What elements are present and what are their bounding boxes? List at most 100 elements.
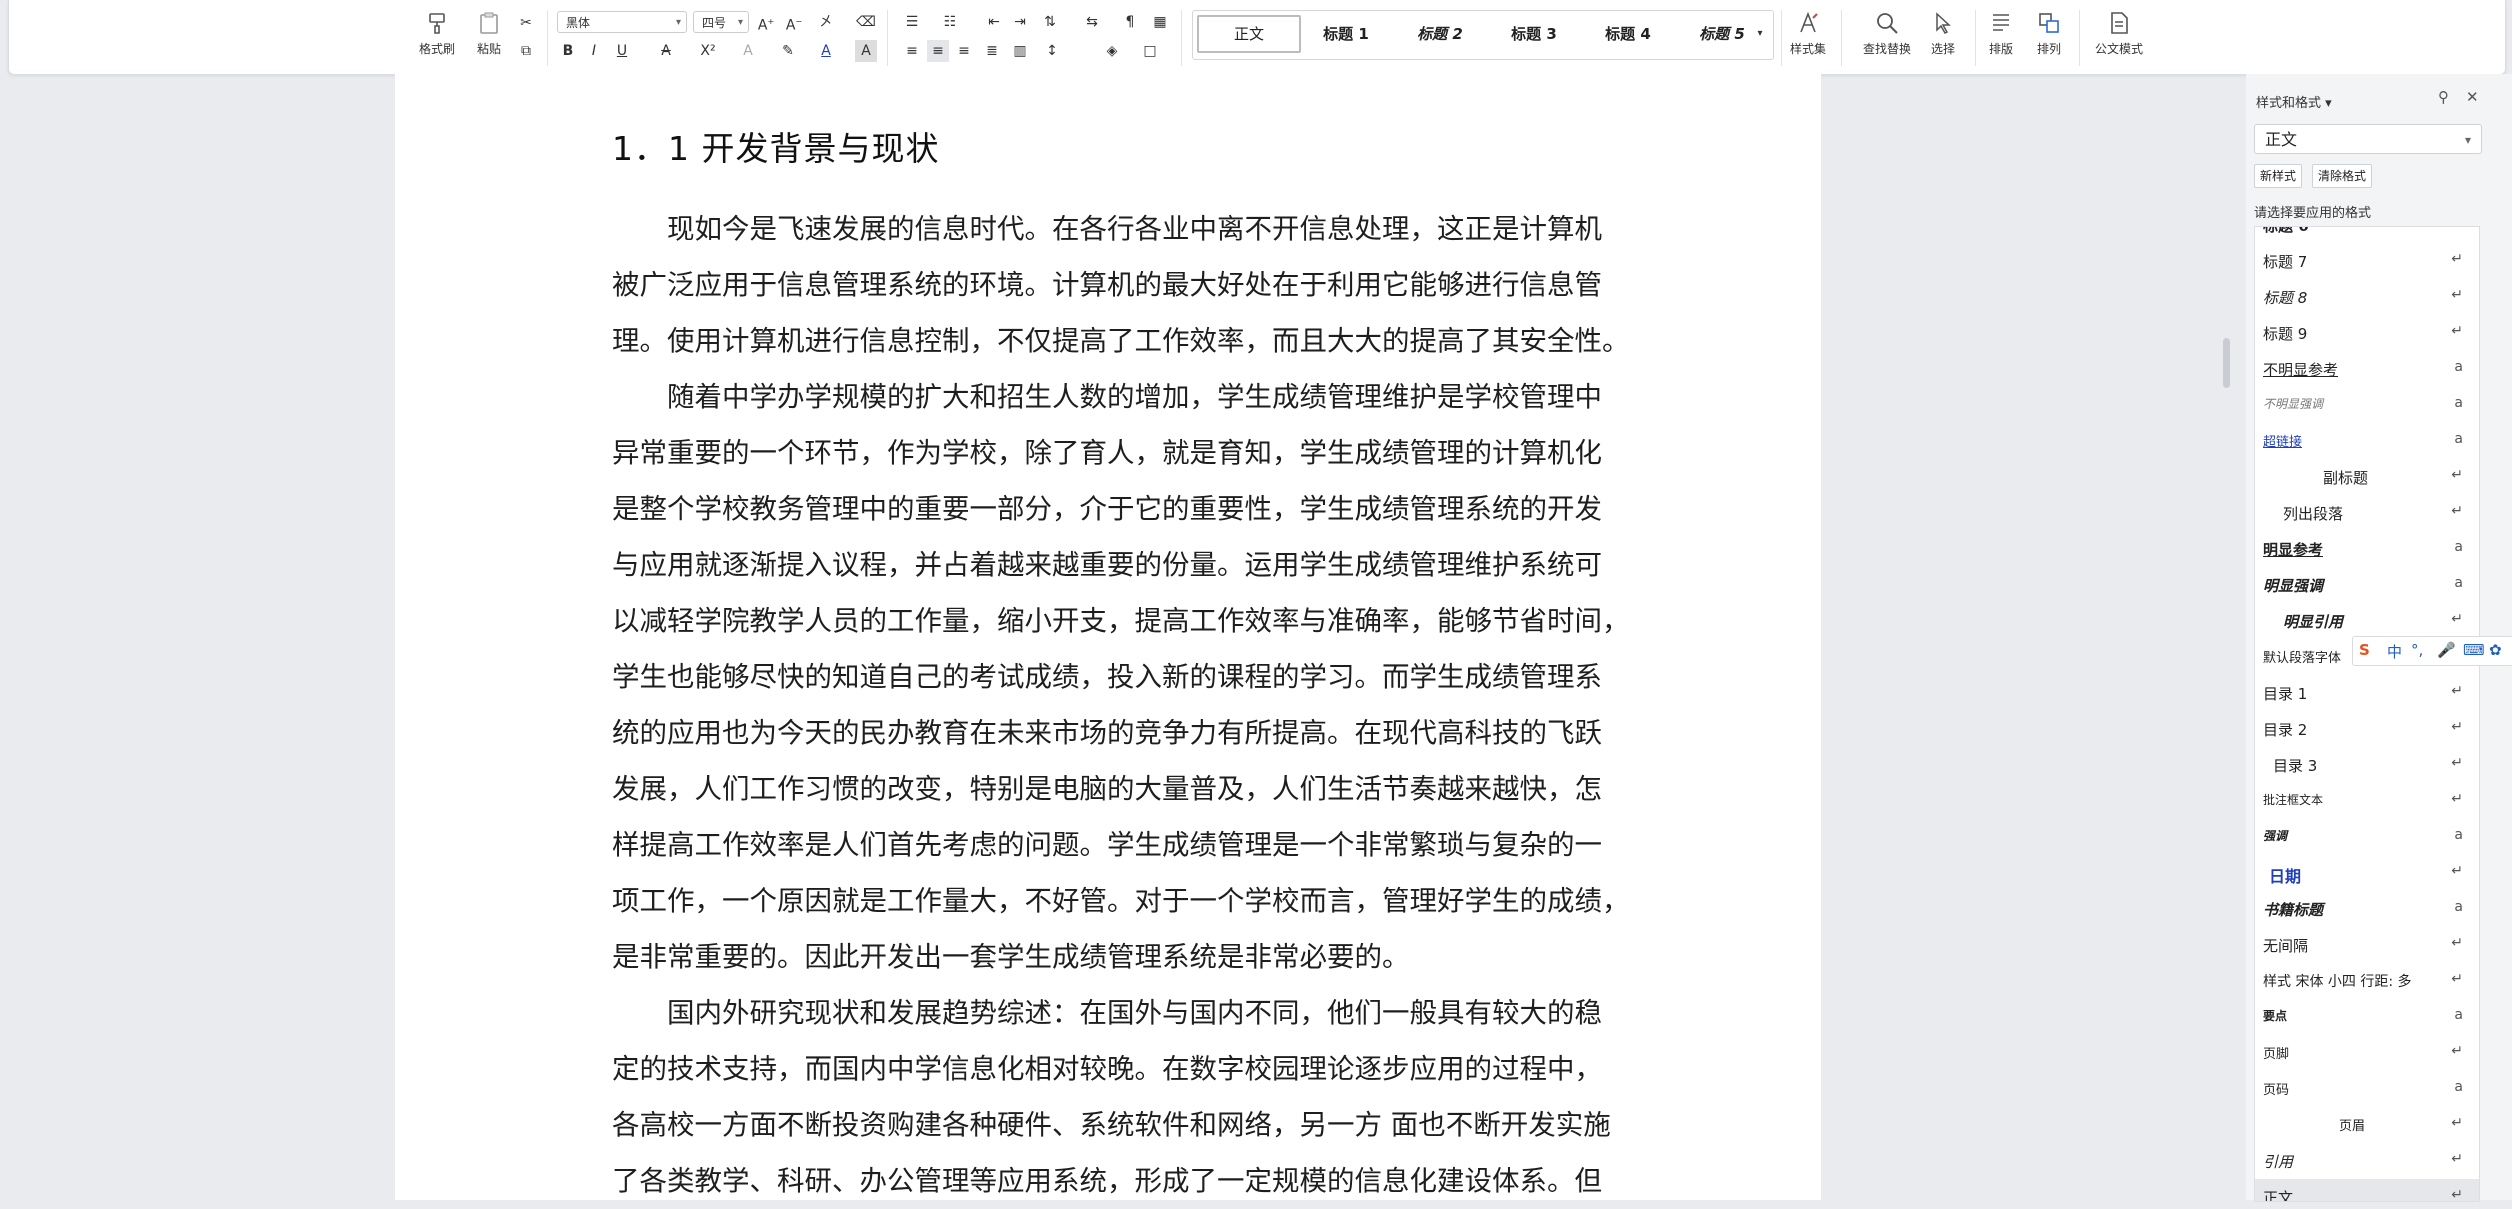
style-list-item[interactable]: 无间隔 ↵ [2255, 927, 2479, 963]
text-line: 发展，人们工作习惯的改变，特别是电脑的大量普及，人们生活节奏越来越快，怎 [612, 773, 1602, 805]
style-list-item[interactable]: 强调 a [2255, 819, 2479, 855]
text-line: 以减轻学院教学人员的工作量，缩小开支，提高工作效率与准确率，能够节省时间， [612, 605, 1630, 637]
ime-mode[interactable]: 中 [2387, 641, 2402, 662]
paragraph-style-icon: ↵ [2451, 467, 2463, 483]
style-list-item[interactable]: 标题 7 ↵ [2255, 243, 2479, 279]
close-icon[interactable]: ✕ [2466, 88, 2479, 106]
style-list-item[interactable]: 列出段落 ↵ [2255, 495, 2479, 531]
font-color-icon[interactable]: A [815, 40, 837, 62]
italic-icon[interactable]: I [583, 40, 605, 62]
style-list-item[interactable]: 超链接 a [2255, 423, 2479, 459]
cut-icon[interactable]: ✂ [515, 12, 537, 34]
format-painter-button[interactable]: 格式刷 [415, 8, 459, 57]
text-effect-icon[interactable]: A [737, 40, 759, 62]
style-list-item[interactable]: 要点 a [2255, 999, 2479, 1035]
bold-icon[interactable]: B [557, 40, 579, 62]
style-list-item[interactable]: 页眉 ↵ [2255, 1107, 2479, 1143]
current-style-select[interactable]: 正文 ▾ [2254, 124, 2482, 154]
pin-icon[interactable]: ⚲ [2438, 88, 2449, 106]
highlight-icon[interactable]: ✎ [777, 40, 799, 62]
style-list-item-label: 副标题 [2323, 469, 2369, 487]
sort-icon[interactable]: ⇆ [1081, 11, 1103, 33]
align-left-icon[interactable]: ≡ [901, 40, 923, 62]
copy-icon[interactable]: ⧉ [515, 40, 537, 62]
style-list-item[interactable]: 页脚 ↵ [2255, 1035, 2479, 1071]
decrease-indent-icon[interactable]: ⇤ [983, 11, 1005, 33]
style-heading-1[interactable]: 标题 1 [1303, 19, 1389, 49]
style-list-item[interactable]: 副标题 ↵ [2255, 459, 2479, 495]
style-set-icon [1800, 11, 1818, 33]
style-list-item[interactable]: 页码 a [2255, 1071, 2479, 1107]
style-list-item[interactable]: 样式 宋体 小四 行距: 多 ↵ [2255, 963, 2479, 999]
layout-button[interactable]: 排版 [1979, 8, 2023, 57]
paragraph-mark-icon[interactable]: ¶ [1119, 11, 1141, 33]
style-list-item[interactable]: 明显强调 a [2255, 567, 2479, 603]
style-normal[interactable]: 正文 [1197, 15, 1301, 53]
text-line: 理。使用计算机进行信息控制，不仅提高了工作效率，而且大大的提高了其安全性。 [612, 325, 1630, 357]
style-list-item[interactable]: 明显参考 a [2255, 531, 2479, 567]
align-right-icon[interactable]: ≡ [953, 40, 975, 62]
phonetic-guide-icon[interactable]: 㐅 [815, 11, 837, 33]
align-center-icon[interactable]: ≡ [927, 40, 949, 62]
arrange-button[interactable]: 排列 [2027, 8, 2071, 57]
underline-icon[interactable]: U [611, 40, 633, 62]
style-list-item[interactable]: 目录 1 ↵ [2255, 675, 2479, 711]
bullet-list-icon[interactable]: ☰ [901, 11, 923, 33]
font-shrink-icon[interactable]: A− [783, 11, 805, 34]
style-list-item[interactable]: 书籍标题 a [2255, 891, 2479, 927]
keyboard-icon[interactable]: ⌨ [2463, 641, 2485, 659]
table-icon[interactable]: ▦ [1149, 11, 1171, 33]
official-mode-button[interactable]: 公文模式 [2091, 8, 2147, 57]
style-heading-3[interactable]: 标题 3 [1491, 19, 1577, 49]
style-heading-2[interactable]: 标题 2 [1397, 19, 1483, 49]
justify-icon[interactable]: ≣ [981, 40, 1003, 62]
skin-icon[interactable]: ✿ [2489, 641, 2502, 659]
microphone-icon[interactable]: 🎤 [2437, 641, 2456, 659]
paste-button[interactable]: 粘贴 [467, 8, 511, 57]
style-list-item[interactable]: 日期 ↵ [2255, 855, 2479, 891]
select-button[interactable]: 选择 [1921, 8, 1965, 57]
style-list-item-label: 页眉 [2339, 1119, 2366, 1134]
style-list-item[interactable]: 标题 6 ↵ [2255, 227, 2479, 243]
paragraph-style-icon: ↵ [2451, 683, 2463, 699]
border-icon[interactable]: □ [1139, 40, 1161, 62]
style-list[interactable]: 标题 6 ↵ 标题 7 ↵ 标题 8 ↵ 标题 9 ↵ 不明显参考 a 不明显强调 a 超链接 a 副标题 ↵… [2254, 226, 2480, 1202]
style-list-item[interactable]: 不明显参考 a [2255, 351, 2479, 387]
strikethrough-icon[interactable]: A [655, 40, 677, 62]
chevron-down-icon: ▾ [737, 17, 743, 28]
style-list-item[interactable]: 标题 9 ↵ [2255, 315, 2479, 351]
increase-indent-icon[interactable]: ⇥ [1009, 11, 1031, 33]
cursor-icon [1936, 12, 1951, 34]
font-size-select[interactable]: 四号 ▾ [693, 11, 749, 33]
style-list-item[interactable]: 不明显强调 a [2255, 387, 2479, 423]
style-list-item[interactable]: 目录 2 ↵ [2255, 711, 2479, 747]
line-spacing-icon[interactable]: ↕ [1041, 40, 1063, 62]
shading-icon[interactable]: ◈ [1101, 40, 1123, 62]
text-direction-icon[interactable]: ⇅ [1039, 11, 1061, 33]
style-list-item[interactable]: 标题 8 ↵ [2255, 279, 2479, 315]
char-shading-icon[interactable]: A [855, 40, 877, 62]
distributed-icon[interactable]: ▥ [1009, 40, 1031, 62]
find-replace-button[interactable]: 查找替换 [1859, 8, 1915, 57]
clear-format-button[interactable]: 清除格式 [2312, 164, 2373, 188]
style-list-item[interactable]: 目录 3 ↵ [2255, 747, 2479, 783]
style-list-item[interactable]: 明显引用 ↵ [2255, 603, 2479, 639]
gallery-expand-icon[interactable]: ▾ [1749, 23, 1771, 45]
panel-title[interactable]: 样式和格式 ▾ [2256, 92, 2332, 111]
document-scrollbar[interactable] [2223, 338, 2230, 388]
style-list-item[interactable]: 正文 ↵ [2255, 1179, 2479, 1201]
style-list-item[interactable]: 引用 ↵ [2255, 1143, 2479, 1179]
ime-toolbar[interactable]: S 中 °, 🎤 ⌨ ✿ [2352, 636, 2512, 666]
style-list-item[interactable]: 批注框文本 ↵ [2255, 783, 2479, 819]
font-name-select[interactable]: 黑体 ▾ [557, 11, 687, 33]
font-grow-icon[interactable]: A+ [755, 11, 777, 34]
ribbon-toolbar: 格式刷 粘贴 ✂ ⧉ 黑体 ▾ 四号 ▾ A+ A− 㐅 ⌫ B I U A X² … [8, 0, 2506, 75]
superscript-icon[interactable]: X² [697, 40, 719, 62]
new-style-button[interactable]: 新样式 [2254, 164, 2303, 188]
punctuation-icon[interactable]: °, [2411, 641, 2423, 659]
clear-format-icon[interactable]: ⌫ [855, 11, 877, 33]
numbered-list-icon[interactable]: ☷ [939, 11, 961, 33]
style-heading-4[interactable]: 标题 4 [1585, 19, 1671, 49]
style-list-item-label: 页脚 [2263, 1047, 2290, 1062]
style-set-button[interactable]: 样式集 [1783, 8, 1833, 57]
